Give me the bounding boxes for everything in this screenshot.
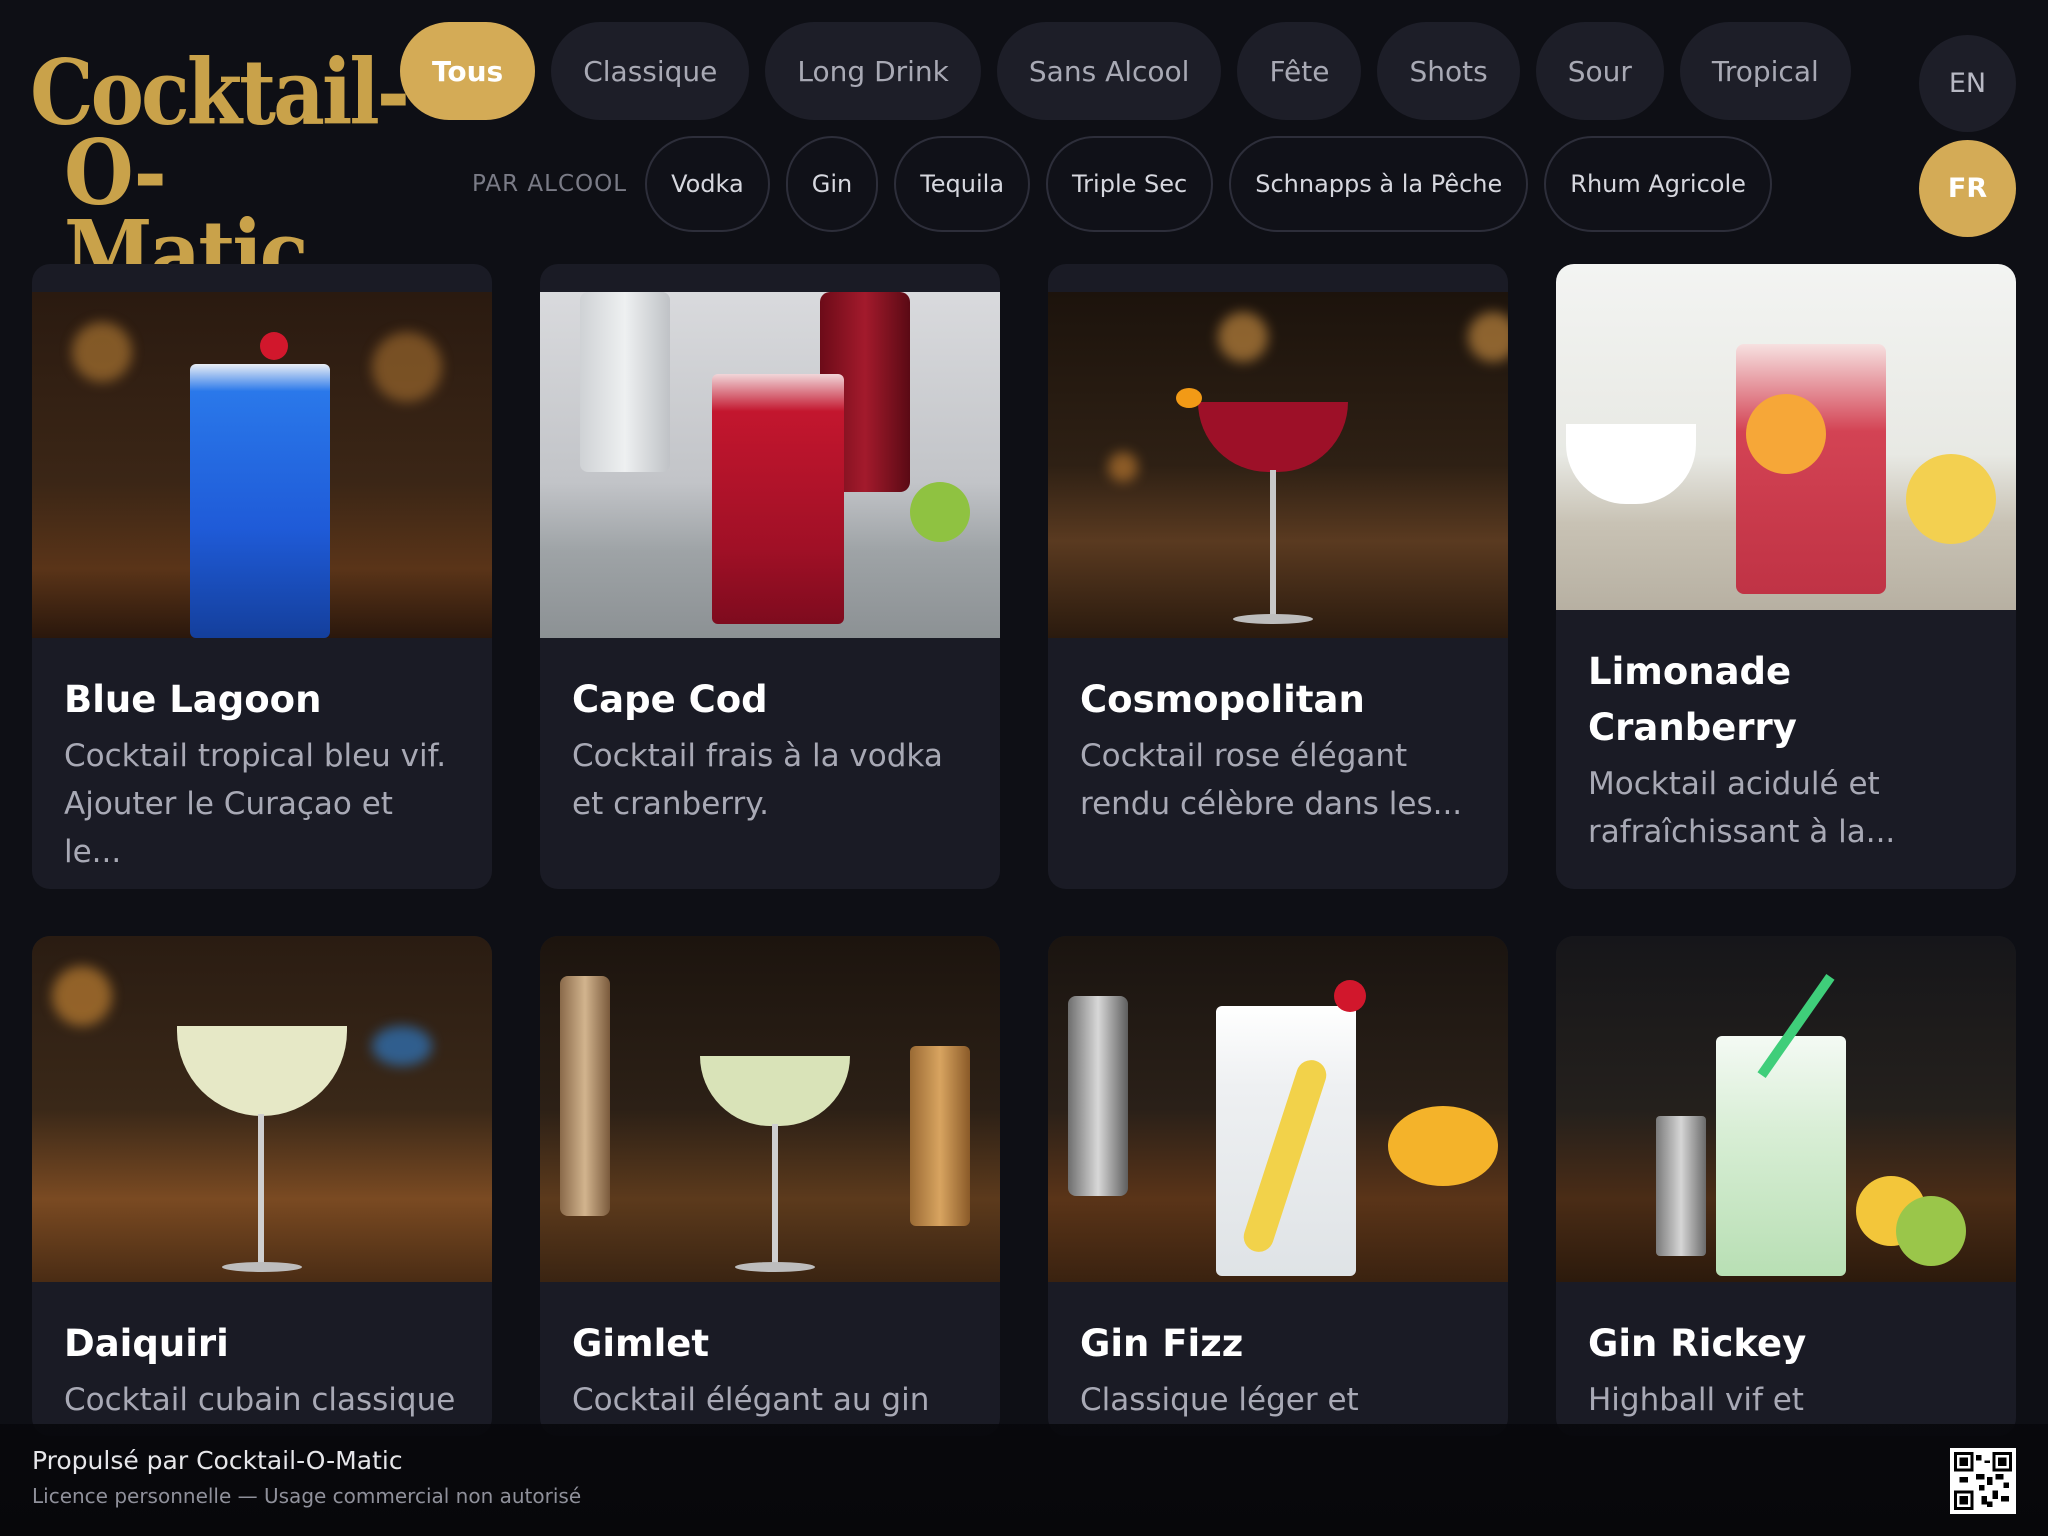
cocktail-card[interactable]: Limonade Cranberry Mocktail acidulé et r… bbox=[1556, 264, 2016, 889]
cocktail-description-line-1: Classique léger et bbox=[1080, 1382, 1359, 1418]
cocktail-name: Gimlet bbox=[572, 1322, 710, 1365]
cocktail-description-line-2: rendu célèbre dans les... bbox=[1080, 786, 1463, 822]
license-text: Licence personnelle — Usage commercial n… bbox=[32, 1484, 582, 1508]
alcohol-chip-tequila[interactable]: Tequila bbox=[894, 136, 1031, 232]
category-pill-tropical[interactable]: Tropical bbox=[1679, 22, 1851, 120]
category-filter-bar: Tous Classique Long Drink Sans Alcool Fê… bbox=[400, 22, 1851, 120]
cocktail-name-line-1: Limonade bbox=[1588, 650, 1792, 693]
category-pill-sour[interactable]: Sour bbox=[1535, 22, 1664, 120]
cocktail-name: Cape Cod bbox=[572, 678, 768, 721]
cocktail-photo bbox=[32, 292, 492, 638]
alcohol-chip-rhum-agricole[interactable]: Rhum Agricole bbox=[1544, 136, 1772, 232]
cocktail-description-line-2: Ajouter le Curaçao et le... bbox=[64, 786, 393, 870]
cocktail-name: Blue Lagoon bbox=[64, 678, 322, 721]
cocktail-card[interactable]: Blue Lagoon Cocktail tropical bleu vif. … bbox=[32, 264, 492, 889]
alcohol-chip-gin[interactable]: Gin bbox=[785, 136, 879, 232]
alcohol-chip-schnapps-peche[interactable]: Schnapps à la Pêche bbox=[1229, 136, 1529, 232]
language-en-button[interactable]: EN bbox=[1919, 35, 2016, 132]
cocktail-photo bbox=[32, 936, 492, 1282]
cocktail-name: Gin Rickey bbox=[1588, 1322, 1807, 1365]
category-pill-tous[interactable]: Tous bbox=[400, 22, 536, 120]
powered-by-text: Propulsé par Cocktail-O-Matic bbox=[32, 1446, 403, 1475]
cocktail-description-line-1: Mocktail acidulé et bbox=[1588, 766, 1880, 802]
cocktail-card[interactable]: Gimlet Cocktail élégant au gin et bbox=[540, 936, 1000, 1436]
cocktail-photo bbox=[1556, 936, 2016, 1282]
footer: Propulsé par Cocktail-O-Matic Licence pe… bbox=[0, 1424, 2048, 1536]
alcohol-filter-bar: PAR ALCOOL Vodka Gin Tequila Triple Sec … bbox=[472, 136, 1772, 232]
brand-logo[interactable]: Cocktail- O-Matic bbox=[30, 48, 410, 298]
cocktail-card[interactable]: Gin Fizz Classique léger et bbox=[1048, 936, 1508, 1436]
cocktail-description-line-1: Cocktail rose élégant bbox=[1080, 738, 1408, 774]
cocktail-name: Cosmopolitan bbox=[1080, 678, 1365, 721]
category-pill-shots[interactable]: Shots bbox=[1377, 22, 1520, 120]
cocktail-card[interactable]: Cosmopolitan Cocktail rose élégant rendu… bbox=[1048, 264, 1508, 889]
category-pill-classique[interactable]: Classique bbox=[551, 22, 750, 120]
language-fr-button[interactable]: FR bbox=[1919, 140, 2016, 237]
cocktail-photo bbox=[540, 936, 1000, 1282]
cocktail-description-line-2: rafraîchissant à la... bbox=[1588, 814, 1896, 850]
cocktail-photo bbox=[1048, 936, 1508, 1282]
cocktail-name-line-2: Cranberry bbox=[1588, 706, 1797, 749]
cocktail-photo bbox=[540, 292, 1000, 638]
cocktail-card[interactable]: Daiquiri Cocktail cubain classique bbox=[32, 936, 492, 1436]
cocktail-name: Daiquiri bbox=[64, 1322, 229, 1365]
alcohol-chip-vodka[interactable]: Vodka bbox=[645, 136, 770, 232]
cocktail-description-line-1: Highball vif et bbox=[1588, 1382, 1804, 1418]
alcohol-filter-label: PAR ALCOOL bbox=[472, 171, 628, 197]
qr-code-icon[interactable] bbox=[1950, 1448, 2016, 1514]
alcohol-chip-triple-sec[interactable]: Triple Sec bbox=[1046, 136, 1214, 232]
cocktail-photo bbox=[1048, 292, 1508, 638]
category-pill-fete[interactable]: Fête bbox=[1237, 22, 1362, 120]
cocktail-card[interactable]: Gin Rickey Highball vif et bbox=[1556, 936, 2016, 1436]
cocktail-description-line-2: et cranberry. bbox=[572, 786, 769, 822]
cocktail-name: Gin Fizz bbox=[1080, 1322, 1244, 1365]
cocktail-photo bbox=[1556, 264, 2016, 610]
cocktail-description-line-1: Cocktail cubain classique bbox=[64, 1382, 456, 1418]
category-pill-long-drink[interactable]: Long Drink bbox=[765, 22, 981, 120]
cocktail-description-line-1: Cocktail tropical bleu vif. bbox=[64, 738, 447, 774]
cocktail-description-line-1: Cocktail frais à la vodka bbox=[572, 738, 943, 774]
cocktail-card[interactable]: Cape Cod Cocktail frais à la vodka et cr… bbox=[540, 264, 1000, 889]
category-pill-sans-alcool[interactable]: Sans Alcool bbox=[996, 22, 1222, 120]
